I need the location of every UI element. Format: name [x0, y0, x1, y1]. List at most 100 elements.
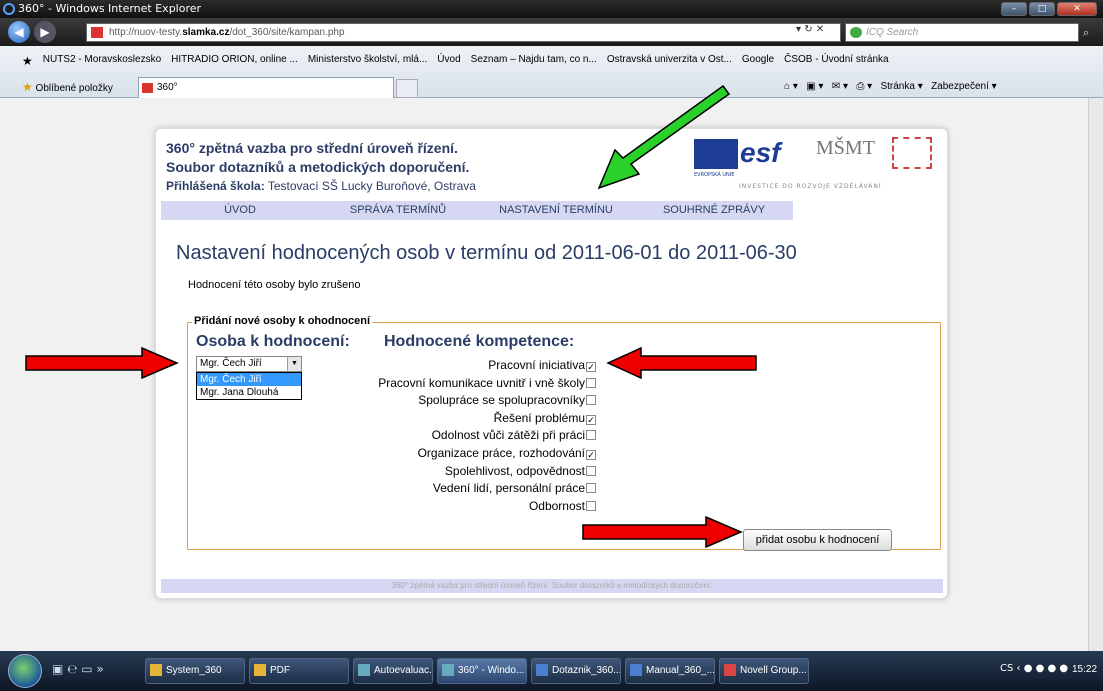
taskbar-items: System_360 PDF Autoevaluac... 360° - Win…: [145, 658, 809, 684]
favorites-bar: ★ NUTS2 - Moravskoslezsko HITRADIO ORION…: [0, 46, 1103, 98]
menu-souhrne-zpravy[interactable]: Souhrné zprávy: [635, 201, 793, 220]
home-icon[interactable]: ⌂ ▾: [784, 81, 798, 92]
competence-row: Pracovní iniciativa ✓: [378, 357, 596, 375]
window-title: 360° - Windows Internet Explorer: [18, 2, 202, 15]
page-title: Nastavení hodnocených osob v termínu od …: [176, 242, 797, 264]
command-bar: ⌂ ▾ ▣ ▾ ✉ ▾ ⎙ ▾ Stránka ▾ Zabezpečení ▾: [784, 81, 997, 92]
search-icon[interactable]: ⌕: [1083, 26, 1089, 40]
taskbar-item-active[interactable]: 360° - Windo...: [437, 658, 527, 684]
taskbar-item[interactable]: Novell Group...: [719, 658, 809, 684]
mail-icon[interactable]: ✉ ▾: [832, 81, 848, 92]
fav-link[interactable]: Seznam – Najdu tam, co n...: [471, 54, 597, 68]
icq-icon: [850, 27, 862, 38]
competence-checkbox[interactable]: [586, 395, 596, 406]
competences-heading: Hodnocené kompetence:: [384, 333, 575, 350]
address-bar-area: ◀ ▶ http://nuov-testy.slamka.cz/dot_360/…: [0, 18, 1103, 46]
fav-link[interactable]: Ostravská univerzita v Ost...: [607, 54, 732, 68]
browser-content: 360° zpětná vazba pro střední úroveň říz…: [0, 84, 1103, 651]
competence-checkbox[interactable]: [586, 483, 596, 494]
competence-checkbox[interactable]: ✓: [586, 414, 596, 425]
competence-label: Pracovní komunikace uvnitř i vně školy: [378, 375, 585, 390]
competence-checkbox[interactable]: [586, 377, 596, 388]
ie-icon: [3, 3, 15, 15]
maximize-button[interactable]: □: [1029, 2, 1055, 16]
back-button[interactable]: ◀: [8, 21, 30, 43]
green-arrow-annotation: [597, 84, 730, 190]
person-select[interactable]: Mgr. Čech Jiří ▼: [196, 356, 302, 372]
menu-nastaveni-terminu[interactable]: Nastavení termínu: [477, 201, 635, 220]
competence-row: Spolupráce se spolupracovníky: [378, 392, 596, 410]
red-arrow-button-annotation: [582, 516, 743, 548]
competence-row: Pracovní komunikace uvnitř i vně školy: [378, 375, 596, 393]
vertical-scrollbar[interactable]: [1088, 98, 1103, 651]
add-person-fieldset: Přidání nové osoby k ohodnocení Osoba k …: [187, 315, 941, 551]
msmt-logo: MŠMT: [816, 137, 875, 159]
site-favicon: [91, 27, 103, 38]
fav-link[interactable]: ČSOB - Úvodní stránka: [784, 54, 888, 68]
menu-uvod[interactable]: Úvod: [161, 201, 319, 220]
esf-logo: esf: [740, 137, 781, 168]
competence-label: Vedení lidí, personální práce: [432, 481, 585, 496]
header-title-1: 360° zpětná vazba pro střední úroveň říz…: [166, 140, 458, 156]
competence-checkbox[interactable]: ✓: [586, 449, 596, 460]
start-button[interactable]: [8, 654, 42, 688]
competence-label: Odolnost vůči zátěži při práci: [431, 428, 585, 443]
close-button[interactable]: ✕: [1057, 2, 1097, 16]
taskbar-item[interactable]: PDF: [249, 658, 349, 684]
page-menu[interactable]: Stránka ▾: [880, 81, 922, 92]
fav-link[interactable]: HITRADIO ORION, online ...: [171, 54, 298, 68]
red-arrow-left-annotation: [25, 347, 179, 379]
address-tools[interactable]: ▾ ↻ ✕: [796, 24, 824, 35]
taskbar-item[interactable]: System_360: [145, 658, 245, 684]
minimize-button[interactable]: –: [1001, 2, 1027, 16]
feeds-icon[interactable]: ▣ ▾: [806, 81, 823, 92]
fav-link[interactable]: Úvod: [437, 54, 460, 68]
window-titlebar: 360° - Windows Internet Explorer – □ ✕: [0, 0, 1103, 18]
menu-sprava-terminu[interactable]: Správa termínů: [319, 201, 477, 220]
competence-row: Organizace práce, rozhodování ✓: [378, 445, 596, 463]
chevron-down-icon[interactable]: ▼: [287, 357, 301, 371]
fav-link[interactable]: Google: [742, 54, 774, 68]
person-option[interactable]: Mgr. Jana Dlouhá: [197, 386, 301, 399]
favorites-button[interactable]: ★ Oblíbené položky: [22, 80, 113, 94]
competence-row: Řešení problému ✓: [378, 410, 596, 428]
competence-row: Vedení lidí, personální práce: [378, 480, 596, 498]
taskbar-item[interactable]: Dotaznik_360...: [531, 658, 621, 684]
windows-taskbar: ▣ ℮ ▭ » System_360 PDF Autoevaluac... 36…: [0, 651, 1103, 691]
red-arrow-right-annotation: [606, 347, 757, 379]
fav-link[interactable]: Ministerstvo školství, mlá...: [308, 54, 427, 68]
competence-row: Odbornost: [378, 498, 596, 516]
competence-row: Odolnost vůči zátěži při práci: [378, 427, 596, 445]
clock[interactable]: 15:22: [1072, 664, 1097, 675]
address-input[interactable]: http://nuov-testy.slamka.cz/dot_360/site…: [86, 23, 841, 42]
safety-menu[interactable]: Zabezpečení ▾: [931, 81, 997, 92]
competence-checkbox[interactable]: [586, 465, 596, 476]
op-logo: [892, 137, 932, 169]
taskbar-item[interactable]: Manual_360_...: [625, 658, 715, 684]
competence-row: Spolehlivost, odpovědnost: [378, 463, 596, 481]
tab-favicon: [142, 83, 153, 93]
status-message: Hodnocení této osoby bylo zrušeno: [188, 279, 361, 291]
person-option[interactable]: Mgr. Čech Jiří: [197, 373, 301, 386]
competence-label: Řešení problému: [493, 410, 585, 425]
print-icon[interactable]: ⎙ ▾: [856, 81, 872, 92]
competence-checkbox[interactable]: [586, 500, 596, 511]
favorites-star-icon[interactable]: ★: [22, 54, 33, 68]
fieldset-legend: Přidání nové osoby k ohodnocení: [192, 315, 373, 327]
quick-launch[interactable]: ▣ ℮ ▭ »: [52, 662, 104, 676]
add-person-button[interactable]: přidat osobu k hodnocení: [743, 529, 892, 551]
competence-checkbox[interactable]: ✓: [586, 362, 596, 372]
page-footer: 360° zpětná vazba pro střední úroveň říz…: [161, 579, 943, 593]
person-dropdown-list: Mgr. Čech Jiří Mgr. Jana Dlouhá: [196, 372, 302, 400]
browser-tab[interactable]: 360°: [138, 77, 394, 98]
taskbar-item[interactable]: Autoevaluac...: [353, 658, 433, 684]
system-tray[interactable]: CS ‹ ● ● ● ●: [1000, 663, 1068, 674]
forward-button[interactable]: ▶: [34, 21, 56, 43]
logged-school: Přihlášená škola: Testovací SŠ Lucky Bur…: [166, 179, 476, 193]
competence-checkbox[interactable]: [586, 430, 596, 441]
new-tab-button[interactable]: [396, 79, 418, 98]
fav-link[interactable]: NUTS2 - Moravskoslezsko: [43, 54, 161, 68]
person-heading: Osoba k hodnocení:: [196, 333, 350, 350]
main-menu: Úvod Správa termínů Nastavení termínu So…: [161, 201, 793, 220]
search-input[interactable]: ICQ Search: [845, 23, 1079, 42]
